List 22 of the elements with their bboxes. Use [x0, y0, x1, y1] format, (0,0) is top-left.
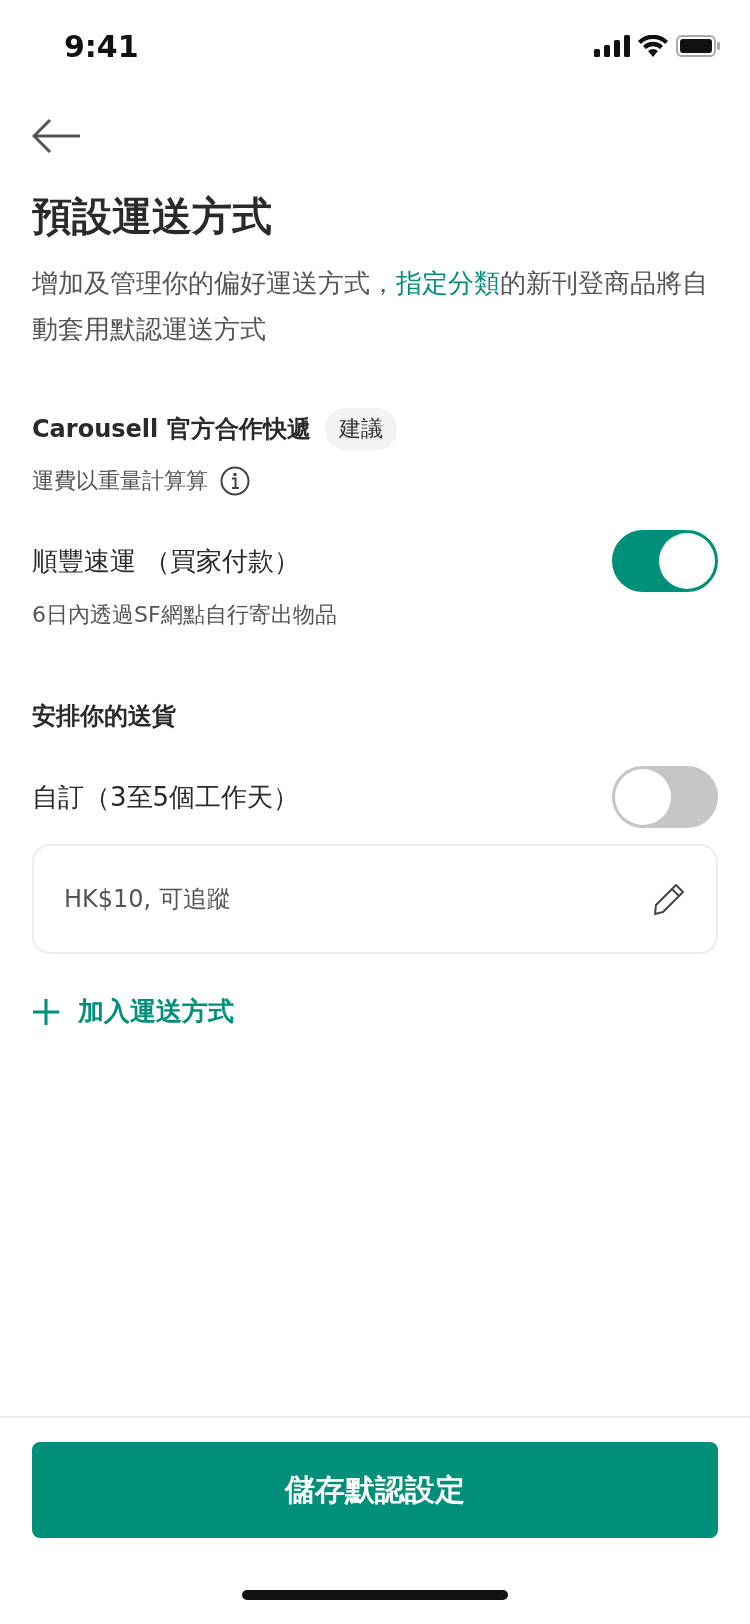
section-heading: Carousell 官方合作快遞 — [32, 414, 311, 445]
plus-icon — [32, 997, 60, 1026]
option-label: 順豐速運 （買家付款） — [32, 544, 301, 578]
section-note: 運費以重量計算算 — [32, 467, 208, 495]
shipping-fee-card[interactable]: HK$10, 可追蹤 — [32, 844, 718, 954]
add-shipping-link[interactable]: 加入運送方式 — [32, 994, 234, 1029]
option-label: 自訂（3至5個工作天） — [32, 780, 300, 814]
section-heading: 安排你的送貨 — [32, 701, 176, 732]
description-text: 增加及管理你的偏好運送方式，指定分類的新刊登商品將自動套用默認運送方式 — [32, 267, 709, 346]
wifi-icon — [638, 35, 668, 57]
category-link[interactable]: 指定分類 — [396, 268, 500, 298]
battery-icon — [676, 35, 720, 57]
save-button[interactable]: 儲存默認設定 — [32, 1442, 718, 1538]
shipping-fee-text: HK$10, 可追蹤 — [64, 884, 231, 915]
option-description: 6日內透過SF網點自行寄出物品 — [32, 601, 338, 629]
recommended-badge: 建議 — [324, 408, 397, 450]
page-title: 預設運送方式 — [32, 192, 273, 241]
back-icon[interactable] — [32, 118, 82, 154]
status-time: 9:41 — [64, 28, 139, 64]
edit-icon[interactable] — [652, 882, 686, 916]
info-icon[interactable] — [220, 466, 250, 496]
signal-icon — [594, 35, 630, 57]
